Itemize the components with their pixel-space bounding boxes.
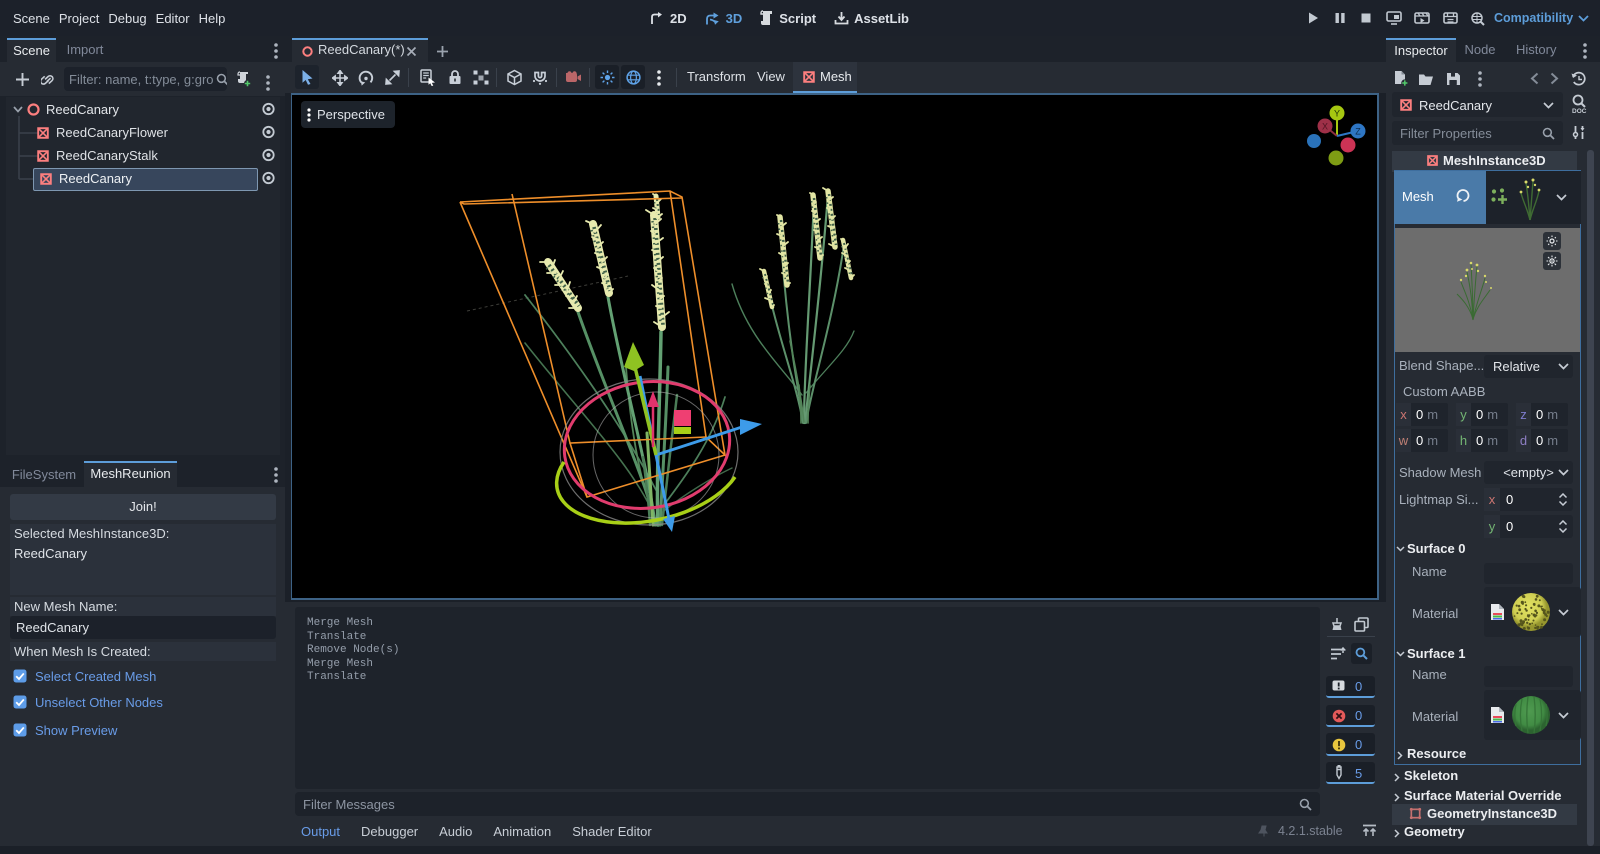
svg-text:DOC: DOC bbox=[1572, 108, 1587, 114]
svg-text:Y: Y bbox=[1334, 109, 1340, 119]
svg-text:Z: Z bbox=[1355, 127, 1361, 137]
svg-text:X: X bbox=[1322, 122, 1328, 132]
